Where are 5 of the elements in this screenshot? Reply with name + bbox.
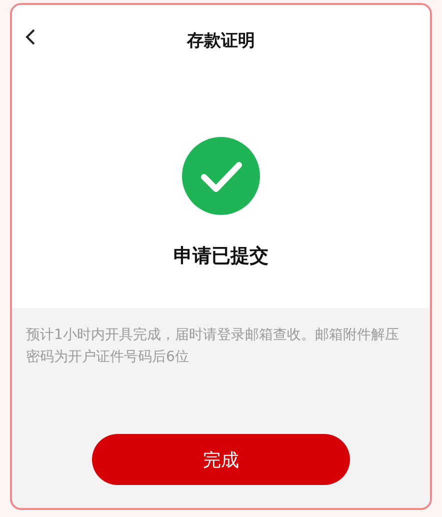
status-message: 申请已提交 xyxy=(174,244,268,269)
page-title: 存款证明 xyxy=(187,30,255,52)
info-text: 预计1小时内开具完成，届时请登录邮箱查收。邮箱附件解压密码为开户证件号码后6位 xyxy=(25,326,400,367)
check-icon xyxy=(181,136,261,216)
done-button[interactable]: 完成 xyxy=(92,434,350,485)
